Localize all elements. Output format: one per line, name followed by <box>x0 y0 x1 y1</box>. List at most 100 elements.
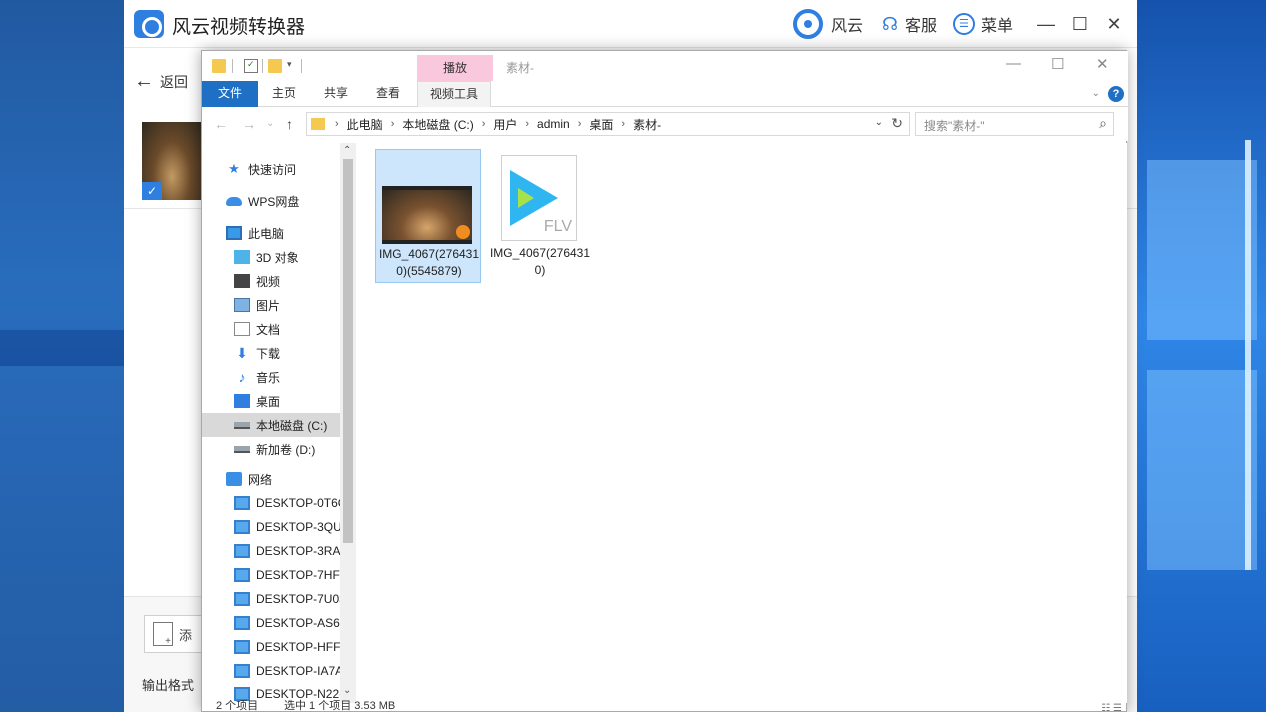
cloud-icon <box>226 196 242 206</box>
nav-network-computer[interactable]: DESKTOP-IA7A <box>202 659 340 683</box>
file-item-video[interactable]: IMG_4067(2764310)(5545879) <box>375 149 481 283</box>
scrollbar-thumb[interactable] <box>343 159 353 543</box>
video-file-thumbnail <box>382 186 472 244</box>
tab-home[interactable]: 主页 <box>260 81 308 107</box>
selection-info: 选中 1 个项目 3.53 MB <box>284 700 396 712</box>
menu-icon[interactable]: ☰ <box>952 13 975 35</box>
scroll-down-icon[interactable]: ⌄ <box>343 685 351 696</box>
network-computer-icon <box>234 520 250 534</box>
network-computer-icon <box>234 592 250 606</box>
headset-icon[interactable]: ☊ <box>879 13 901 35</box>
breadcrumb-item[interactable]: 本地磁盘 (C:) <box>402 116 473 133</box>
network-computer-icon <box>234 544 250 558</box>
nav-pictures[interactable]: 图片 <box>202 293 340 317</box>
back-arrow-icon: ← <box>134 70 154 92</box>
nav-network[interactable]: 网络 <box>202 467 340 491</box>
nav-documents[interactable]: 文档 <box>202 317 340 341</box>
ribbon-tabs: 文件 主页 共享 查看 视频工具 ⌄ ? <box>202 81 1128 107</box>
nav-network-computer[interactable]: DESKTOP-HFFC <box>202 635 340 659</box>
checkbox-checked-icon[interactable]: ✓ <box>142 182 162 200</box>
nav-network-computer[interactable]: DESKTOP-3QU <box>202 515 340 539</box>
refresh-icon[interactable]: ↻ <box>891 115 903 132</box>
breadcrumb-item[interactable]: 此电脑 <box>347 116 383 133</box>
back-button[interactable]: ← 返回 <box>134 70 188 93</box>
address-dropdown-icon[interactable]: ⌄ <box>875 117 883 128</box>
dialog-close-button[interactable]: ✕ <box>1096 55 1109 73</box>
address-bar[interactable]: › 此电脑 › 本地磁盘 (C:) › 用户 › admin › 桌面 › 素材… <box>306 112 910 136</box>
nav-downloads[interactable]: ⬇ 下载 <box>202 341 340 365</box>
status-bar: 2 个项目 选中 1 个项目 3.53 MB ☷ ☰ <box>202 700 1128 712</box>
nav-network-computer[interactable]: DESKTOP-AS62 <box>202 611 340 635</box>
view-toggle-icon[interactable]: ☷ ☰ <box>1101 703 1122 712</box>
nav-network-computer[interactable]: DESKTOP-3RAI <box>202 539 340 563</box>
navigation-pane: ★ 快速访问 WPS网盘 此电脑 3D 对象 视频 图片 文档 ⬇ 下载 ♪ 音乐 桌… <box>202 143 356 703</box>
nav-quick-access[interactable]: ★ 快速访问 <box>202 157 340 181</box>
network-computer-icon <box>234 616 250 630</box>
back-nav-icon[interactable]: ← <box>214 116 228 132</box>
tab-share[interactable]: 共享 <box>312 81 360 107</box>
flv-badge: FLV <box>543 218 572 235</box>
service-button[interactable]: 客服 <box>905 12 937 36</box>
search-icon[interactable]: ⌕ <box>1099 115 1107 132</box>
nav-network-computer[interactable]: DESKTOP-7HFF <box>202 563 340 587</box>
up-folder-icon[interactable]: ↑ <box>286 116 293 132</box>
help-icon[interactable]: ? <box>1108 86 1124 102</box>
maximize-button[interactable]: ☐ <box>1063 14 1097 35</box>
new-folder-icon[interactable] <box>268 59 282 73</box>
nav-desktop[interactable]: 桌面 <box>202 389 340 413</box>
wallpaper-right <box>1137 0 1266 712</box>
nav-3d-objects[interactable]: 3D 对象 <box>202 245 340 269</box>
nav-new-volume-d[interactable]: 新加卷 (D:) <box>202 437 340 461</box>
search-placeholder: 搜索"素材-" <box>924 119 985 133</box>
nav-network-computer[interactable]: DESKTOP-0T6C <box>202 491 340 515</box>
tab-video-tools[interactable]: 视频工具 <box>417 81 492 107</box>
nav-network-computer[interactable]: DESKTOP-7U03 <box>202 587 340 611</box>
close-button[interactable]: ✕ <box>1097 14 1131 35</box>
breadcrumb-item[interactable]: 桌面 <box>589 116 613 133</box>
search-input[interactable]: 搜索"素材-" ⌕ <box>915 112 1114 136</box>
file-item-flv[interactable]: FLV IMG_4067(2764310) <box>487 149 593 283</box>
recent-locations-icon[interactable]: ⌄ <box>266 118 274 129</box>
tab-file[interactable]: 文件 <box>202 81 258 107</box>
nav-local-disk-c[interactable]: 本地磁盘 (C:) <box>202 413 340 437</box>
menu-button[interactable]: 菜单 <box>981 12 1013 36</box>
drive-icon <box>234 445 250 453</box>
quick-access-toolbar: ▾ 播放 素材- — ☐ ✕ <box>202 51 1128 81</box>
folder-icon <box>212 59 226 73</box>
properties-icon[interactable] <box>244 59 258 73</box>
network-computer-icon <box>234 640 250 654</box>
breadcrumb-item[interactable]: 素材- <box>633 116 661 133</box>
documents-folder-icon <box>234 322 250 336</box>
nav-wps-cloud[interactable]: WPS网盘 <box>202 189 340 213</box>
tab-view[interactable]: 查看 <box>364 81 412 107</box>
item-count: 2 个项目 <box>216 700 259 712</box>
drive-icon <box>234 421 250 429</box>
file-open-dialog: ▾ 播放 素材- — ☐ ✕ 文件 主页 共享 查看 视频工具 ⌄ ? ← → … <box>201 50 1128 712</box>
desktop-folder-icon <box>234 394 250 408</box>
dialog-maximize-button[interactable]: ☐ <box>1051 55 1064 73</box>
dialog-minimize-button[interactable]: — <box>1006 55 1021 72</box>
nav-this-pc[interactable]: 此电脑 <box>202 221 340 245</box>
forward-nav-icon[interactable]: → <box>242 116 256 132</box>
download-icon: ⬇ <box>236 345 248 361</box>
network-icon <box>226 472 242 486</box>
breadcrumb-item[interactable]: 用户 <box>493 116 517 133</box>
music-icon: ♪ <box>238 369 246 385</box>
output-format-label: 输出格式 <box>142 678 195 693</box>
video-thumbnail[interactable]: ✓ <box>142 122 202 200</box>
ribbon-expand-icon[interactable]: ⌄ <box>1092 88 1100 99</box>
context-tab-play[interactable]: 播放 <box>417 55 493 81</box>
nav-videos[interactable]: 视频 <box>202 269 340 293</box>
breadcrumb-item[interactable]: admin <box>537 117 570 131</box>
minimize-button[interactable]: — <box>1029 14 1063 35</box>
nav-music[interactable]: ♪ 音乐 <box>202 365 340 389</box>
customize-qat-icon[interactable]: ▾ <box>287 59 292 70</box>
flv-file-icon: FLV <box>501 155 577 241</box>
app-titlebar: 风云视频转换器 风云 ☊ 客服 ☰ 菜单 — ☐ ✕ <box>124 0 1137 48</box>
scroll-up-icon[interactable]: ⌃ <box>343 145 351 156</box>
nav-scrollbar[interactable]: ⌃ ⌄ <box>340 143 356 703</box>
video-folder-icon <box>234 274 250 288</box>
back-label: 返回 <box>160 73 188 90</box>
user-label[interactable]: 风云 <box>831 12 863 36</box>
user-avatar-icon[interactable] <box>792 9 823 39</box>
